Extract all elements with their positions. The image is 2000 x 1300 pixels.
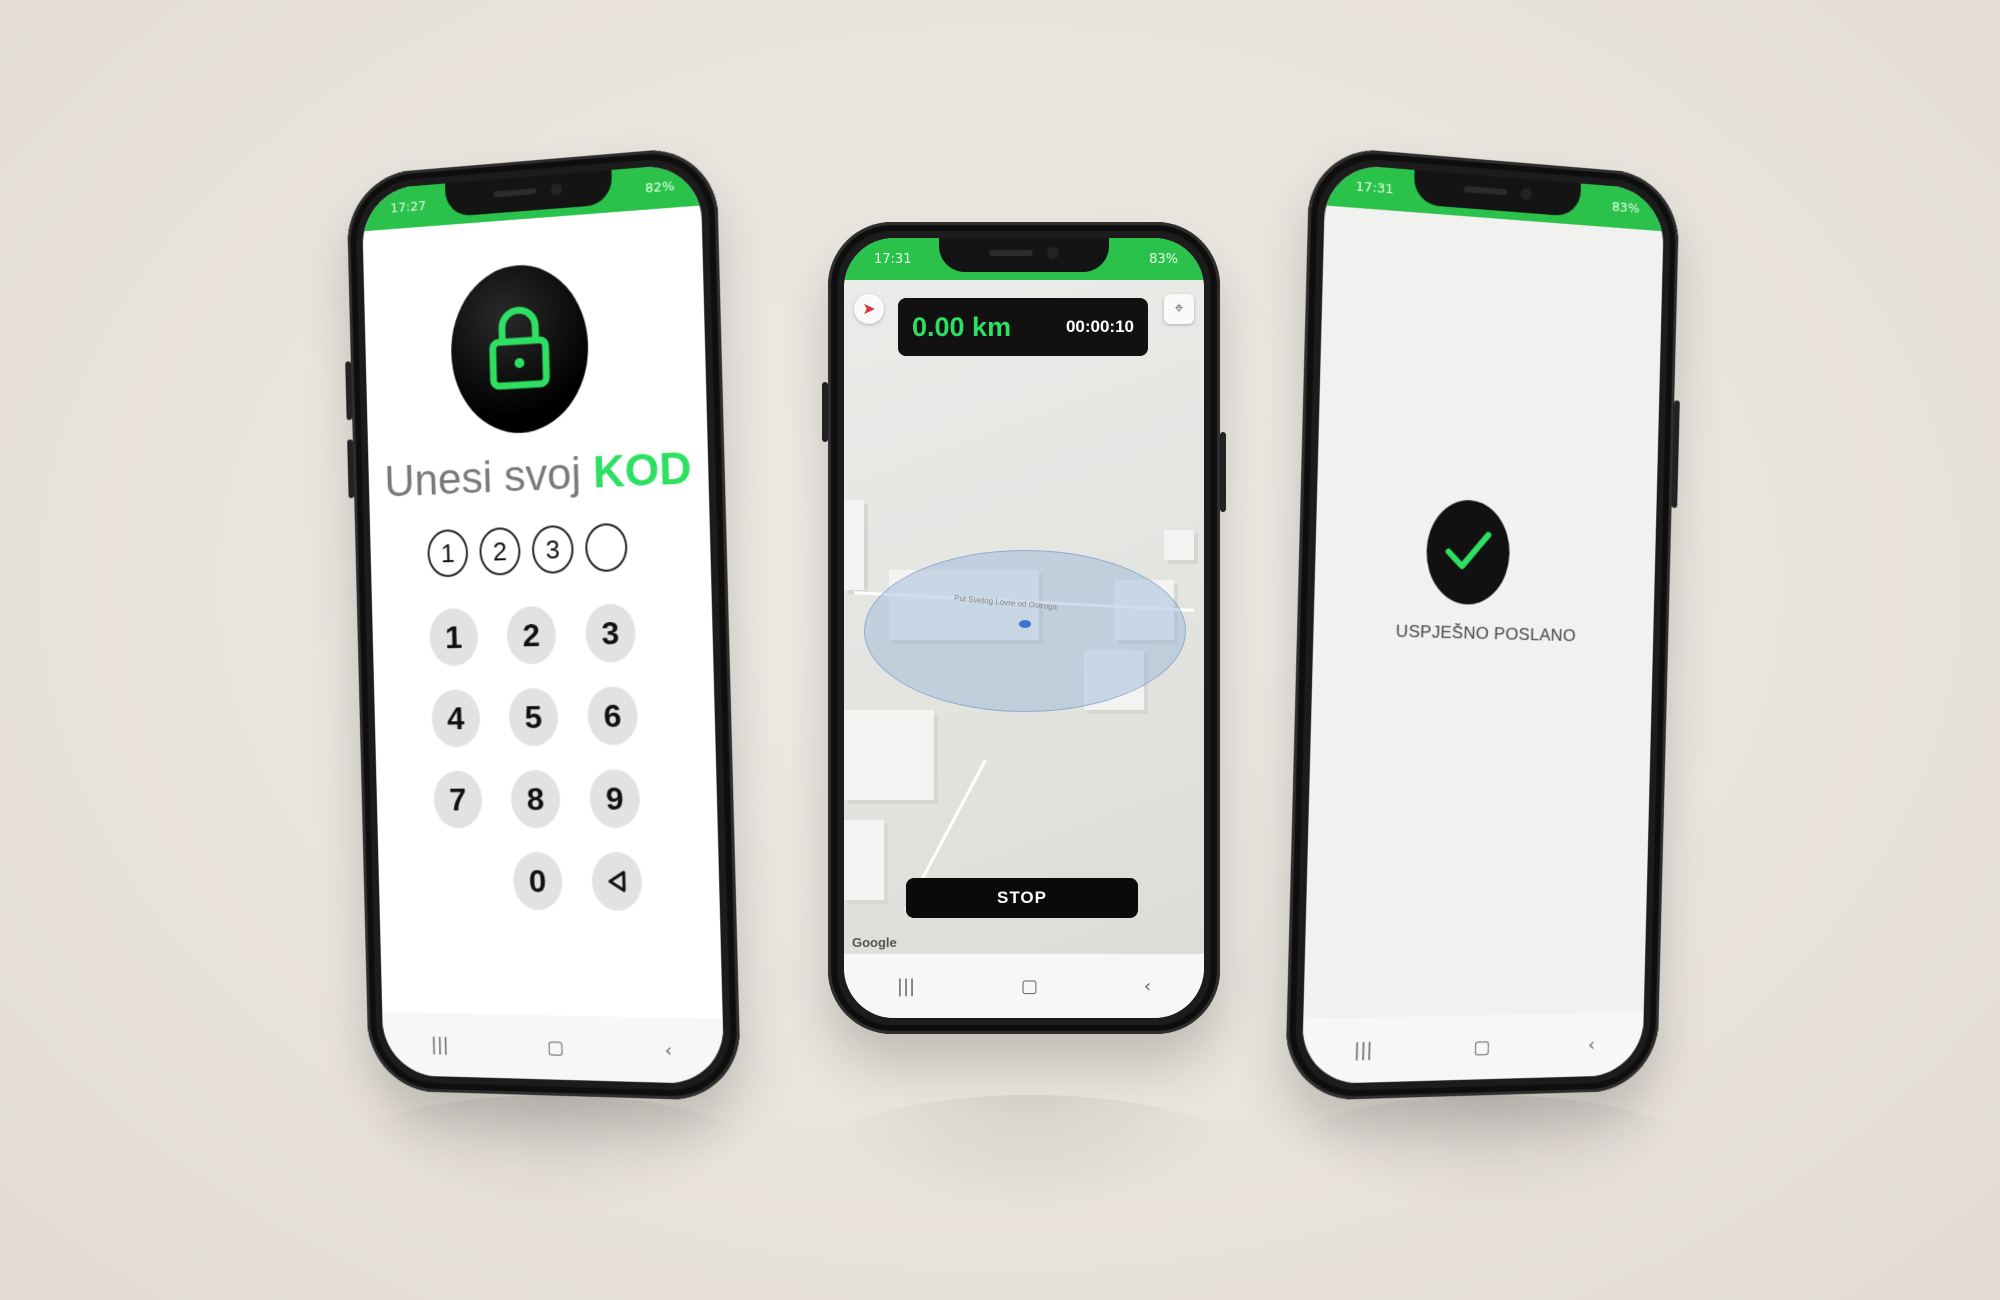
phone-tracking: 17:31 83% Put Svetog Lovre od Ostroga ➤ bbox=[822, 222, 1226, 1034]
map-building bbox=[1164, 530, 1194, 560]
google-attribution: Google bbox=[852, 935, 897, 950]
pin-title-prefix: Unesi svoj bbox=[383, 448, 582, 507]
location-accuracy-circle bbox=[864, 550, 1186, 712]
status-time: 17:31 bbox=[874, 252, 912, 267]
key-8[interactable]: 8 bbox=[510, 769, 561, 829]
compass-icon: ➤ bbox=[862, 301, 876, 318]
map-view[interactable]: Put Svetog Lovre od Ostroga ➤ ⌖ 0.00 km … bbox=[844, 280, 1204, 954]
phone-success: 17:31 83% USPJEŠNO POSLANO ||| ▢ ‹ bbox=[1284, 145, 1680, 1102]
side-button bbox=[822, 382, 828, 442]
side-button bbox=[1671, 400, 1680, 508]
floor-reflection bbox=[1280, 1095, 1700, 1215]
side-button bbox=[347, 439, 355, 499]
mockup-stage: 17:27 82% Unesi svoj KOD 1 2 3 1 2 3 4 5… bbox=[0, 0, 2000, 1300]
stop-button[interactable]: STOP bbox=[906, 878, 1138, 918]
pin-title: Unesi svoj KOD bbox=[368, 443, 709, 508]
current-location-dot bbox=[1019, 620, 1031, 628]
status-time: 17:27 bbox=[390, 198, 427, 217]
padlock-icon bbox=[484, 301, 555, 391]
system-navbar: ||| ▢ ‹ bbox=[844, 954, 1204, 1018]
status-battery: 82% bbox=[644, 179, 675, 197]
map-building bbox=[844, 710, 934, 800]
crosshair-icon: ⌖ bbox=[1174, 300, 1184, 317]
system-navbar: ||| ▢ ‹ bbox=[382, 1011, 725, 1085]
side-button bbox=[345, 361, 353, 421]
floor-reflection bbox=[340, 1095, 760, 1215]
keypad: 1 2 3 4 5 6 7 8 9 0 bbox=[429, 603, 645, 911]
recents-button[interactable]: ||| bbox=[897, 976, 915, 997]
home-button[interactable]: ▢ bbox=[1021, 976, 1038, 997]
side-button bbox=[1220, 432, 1226, 512]
pin-screen: 17:27 82% Unesi svoj KOD 1 2 3 1 2 3 4 5… bbox=[361, 162, 725, 1085]
code-slot: 3 bbox=[531, 524, 575, 575]
key-5[interactable]: 5 bbox=[508, 687, 559, 747]
recents-button[interactable]: ||| bbox=[431, 1034, 449, 1055]
pin-title-highlight: KOD bbox=[592, 443, 693, 498]
status-battery: 83% bbox=[1611, 199, 1640, 217]
key-0[interactable]: 0 bbox=[512, 852, 564, 911]
backspace-button[interactable] bbox=[591, 852, 643, 911]
notch bbox=[939, 238, 1109, 272]
my-location-button[interactable]: ⌖ bbox=[1164, 294, 1194, 324]
status-battery: 83% bbox=[1149, 252, 1178, 267]
success-screen: 17:31 83% USPJEŠNO POSLANO ||| ▢ ‹ bbox=[1301, 162, 1665, 1085]
key-6[interactable]: 6 bbox=[586, 686, 639, 746]
lock-badge bbox=[449, 260, 591, 437]
key-2[interactable]: 2 bbox=[506, 605, 557, 665]
back-button[interactable]: ‹ bbox=[1144, 976, 1151, 997]
code-slot: 2 bbox=[478, 526, 521, 576]
phone-pin-entry: 17:27 82% Unesi svoj KOD 1 2 3 1 2 3 4 5… bbox=[345, 145, 742, 1102]
key-9[interactable]: 9 bbox=[589, 769, 641, 828]
home-button[interactable]: ▢ bbox=[1473, 1037, 1490, 1058]
code-slot bbox=[584, 522, 628, 573]
code-slots: 1 2 3 bbox=[427, 522, 628, 578]
key-4[interactable]: 4 bbox=[431, 689, 481, 748]
timer-value: 00:00:10 bbox=[1065, 317, 1134, 336]
tracking-screen: 17:31 83% Put Svetog Lovre od Ostroga ➤ bbox=[844, 238, 1204, 1018]
map-building bbox=[844, 500, 864, 590]
success-message: USPJEŠNO POSLANO bbox=[1395, 621, 1577, 646]
distance-value: 0.00 km bbox=[912, 311, 1012, 342]
back-button[interactable]: ‹ bbox=[664, 1040, 672, 1062]
compass-button[interactable]: ➤ bbox=[854, 294, 884, 324]
success-badge bbox=[1425, 498, 1511, 606]
checkmark-icon bbox=[1440, 521, 1497, 579]
key-1[interactable]: 1 bbox=[429, 607, 479, 667]
trip-info-panel: 0.00 km 00:00:10 bbox=[898, 298, 1148, 356]
recents-button[interactable]: ||| bbox=[1354, 1039, 1373, 1061]
system-navbar: ||| ▢ ‹ bbox=[1301, 1011, 1644, 1085]
floor-reflection bbox=[820, 1095, 1240, 1215]
code-slot: 1 bbox=[427, 528, 469, 578]
status-time: 17:31 bbox=[1355, 179, 1394, 198]
key-7[interactable]: 7 bbox=[433, 770, 483, 829]
map-building bbox=[844, 820, 884, 900]
backspace-triangle-icon bbox=[606, 869, 629, 893]
back-button[interactable]: ‹ bbox=[1588, 1034, 1595, 1055]
home-button[interactable]: ▢ bbox=[547, 1037, 564, 1058]
key-3[interactable]: 3 bbox=[584, 603, 637, 663]
